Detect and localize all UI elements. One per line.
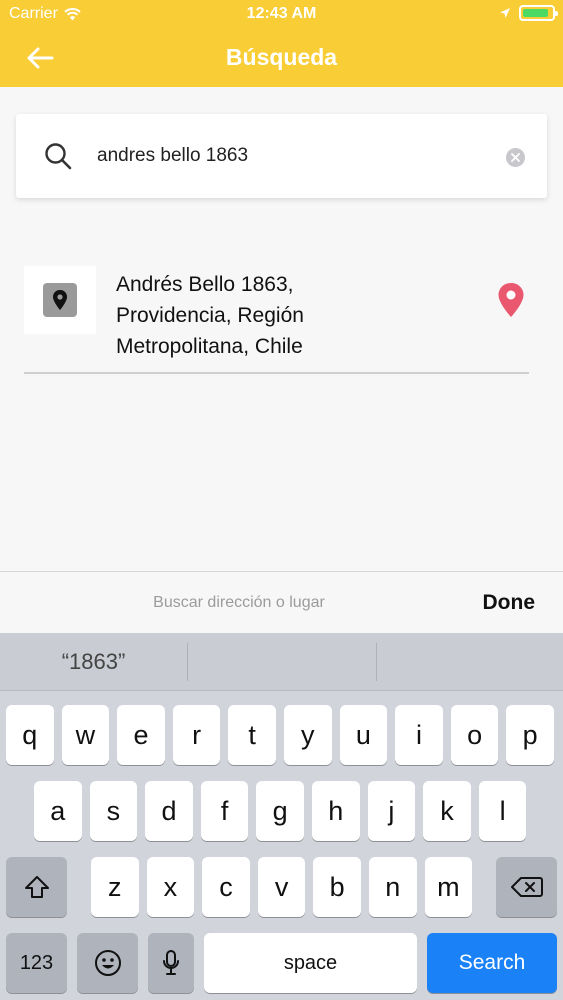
clock: 12:43 AM	[246, 5, 317, 22]
key-g[interactable]: g	[256, 781, 304, 841]
key-i[interactable]: i	[395, 705, 443, 765]
result-address: Andrés Bello 1863, Providencia, Región M…	[116, 269, 416, 362]
battery-fill	[523, 9, 549, 17]
map-pin-icon[interactable]	[497, 282, 525, 318]
suggestion-3[interactable]	[377, 633, 563, 691]
key-x[interactable]: x	[146, 857, 195, 917]
keyboard: “1863” qwertyuiop asdfghjkl zxcvbnm 123	[0, 633, 563, 1000]
key-l[interactable]: l	[478, 781, 527, 841]
list-item[interactable]: Andrés Bello 1863, Providencia, Región M…	[24, 266, 529, 374]
suggestion-2[interactable]	[188, 633, 376, 691]
clear-icon	[511, 153, 520, 162]
shift-icon	[24, 876, 49, 898]
key-d[interactable]: d	[145, 781, 193, 841]
page-title: Búsqueda	[225, 44, 338, 70]
location-arrow-icon	[500, 8, 510, 18]
key-k[interactable]: k	[423, 781, 471, 841]
address-line-2: Providencia, Región	[116, 304, 304, 327]
key-q[interactable]: q	[6, 705, 54, 765]
search-key[interactable]: Search	[427, 933, 557, 993]
key-t[interactable]: t	[228, 705, 276, 765]
emoji-icon	[94, 950, 121, 976]
key-w[interactable]: w	[61, 705, 110, 765]
battery-icon	[519, 5, 558, 21]
suggestion-bar: “1863”	[0, 633, 563, 691]
search-card[interactable]: andres bello 1863	[16, 114, 547, 198]
status-right	[499, 5, 558, 21]
address-line-1: Andrés Bello 1863,	[116, 273, 294, 296]
space-key[interactable]: space	[204, 933, 417, 993]
key-v[interactable]: v	[257, 857, 306, 917]
result-thumbnail	[24, 266, 96, 334]
key-s[interactable]: s	[89, 781, 138, 841]
search-input[interactable]: andres bello 1863	[97, 145, 248, 167]
key-y[interactable]: y	[284, 705, 332, 765]
key-b[interactable]: b	[313, 857, 361, 917]
key-a[interactable]: a	[34, 781, 82, 841]
shift-key[interactable]	[6, 857, 67, 917]
key-c[interactable]: c	[202, 857, 250, 917]
nav-bar: Búsqueda	[0, 30, 563, 87]
keyboard-accessory-bar: Buscar dirección o lugar Done	[0, 571, 563, 633]
key-m[interactable]: m	[424, 857, 473, 917]
key-j[interactable]: j	[367, 781, 416, 841]
backspace-key[interactable]	[496, 857, 557, 917]
key-e[interactable]: e	[117, 705, 165, 765]
key-f[interactable]: f	[200, 781, 249, 841]
status-bar: Carrier 12:43 AM	[0, 0, 563, 30]
key-u[interactable]: u	[339, 705, 388, 765]
backspace-icon	[510, 877, 543, 897]
done-button[interactable]: Done	[483, 591, 536, 615]
search-hint: Buscar dirección o lugar	[153, 594, 325, 611]
numbers-key[interactable]: 123	[6, 933, 67, 993]
key-h[interactable]: h	[312, 781, 360, 841]
key-o[interactable]: o	[450, 705, 499, 765]
key-z[interactable]: z	[91, 857, 139, 917]
address-line-3: Metropolitana, Chile	[116, 335, 303, 358]
emoji-key[interactable]	[77, 933, 138, 993]
key-n[interactable]: n	[369, 857, 417, 917]
search-icon	[45, 143, 72, 170]
suggestion-1[interactable]: “1863”	[0, 633, 187, 691]
microphone-icon	[163, 950, 179, 975]
dictation-key[interactable]	[148, 933, 194, 993]
location-pin-icon	[43, 283, 77, 317]
key-r[interactable]: r	[172, 705, 221, 765]
clear-button[interactable]	[506, 148, 525, 167]
key-p[interactable]: p	[506, 705, 554, 765]
